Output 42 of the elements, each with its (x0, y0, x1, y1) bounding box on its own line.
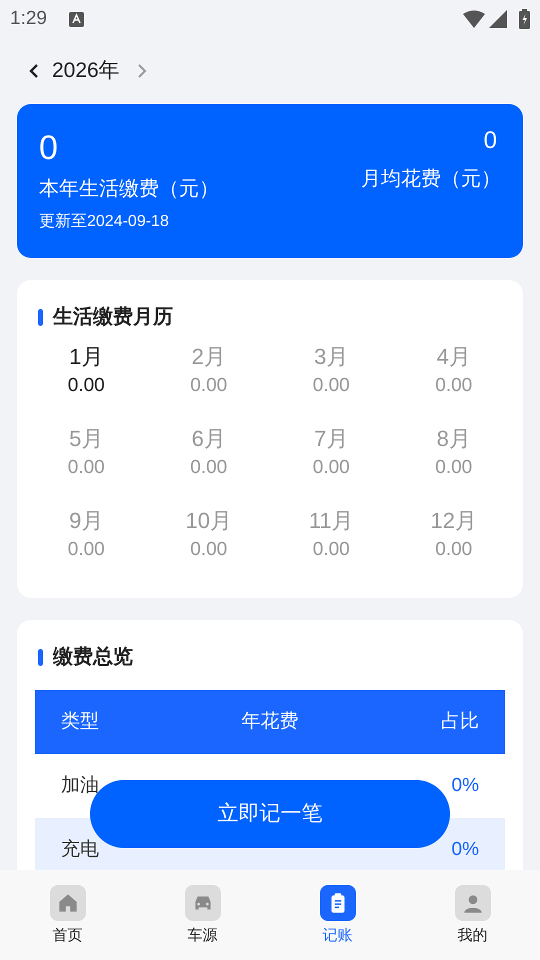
table-cell-text: 0% (452, 774, 479, 798)
table-cell-text: 0% (452, 838, 479, 862)
month-item[interactable]: 5月 0.00 (25, 424, 148, 506)
car-icon (184, 885, 220, 921)
month-item[interactable]: 11月 0.00 (270, 506, 392, 588)
home-icon (50, 885, 86, 921)
month-item[interactable]: 9月 0.00 (25, 506, 148, 588)
user-icon (454, 885, 490, 921)
month-item[interactable]: 4月 0.00 (392, 342, 515, 424)
title-accent-bar (38, 648, 43, 666)
month-item[interactable]: 1月 0.00 (25, 342, 148, 424)
annual-total: 0 (39, 128, 59, 169)
section-title: 生活缴费月历 (53, 305, 173, 330)
month-item[interactable]: 8月 0.00 (392, 424, 515, 506)
nav-tab[interactable]: 我的 (405, 870, 540, 960)
battery-icon (519, 9, 530, 29)
month-item[interactable]: 7月 0.00 (270, 424, 392, 506)
status-time: 1:29 (10, 6, 47, 31)
month-item[interactable]: 10月 0.00 (148, 506, 270, 588)
keyboard-icon (68, 12, 84, 26)
column-header: 类型 (61, 710, 99, 734)
clipboard-icon (320, 885, 356, 921)
month-item[interactable]: 2月 0.00 (148, 342, 270, 424)
signal-icon (489, 10, 507, 28)
nav-tab[interactable]: 首页 (0, 870, 135, 960)
title-accent-bar (38, 308, 43, 326)
monthly-average: 0 (484, 126, 498, 156)
nav-tab[interactable]: 车源 (135, 870, 270, 960)
year-label: 2026年 (52, 58, 120, 84)
month-item[interactable]: 3月 0.00 (270, 342, 392, 424)
section-title: 缴费总览 (53, 645, 133, 670)
next-year-button[interactable] (136, 63, 148, 79)
monthly-average-label: 月均花费（元） (361, 167, 501, 192)
month-item[interactable]: 6月 0.00 (148, 424, 270, 506)
update-date: 更新至2024-09-18 (39, 212, 170, 232)
nav-tab[interactable]: 记账 (270, 870, 405, 960)
previous-year-button[interactable] (28, 63, 40, 79)
column-header: 年花费 (241, 710, 298, 734)
wifi-icon (463, 10, 485, 28)
annual-total-label: 本年生活缴费（元） (39, 177, 219, 202)
month-item[interactable]: 12月 0.00 (392, 506, 515, 588)
column-header: 占比 (440, 710, 479, 734)
